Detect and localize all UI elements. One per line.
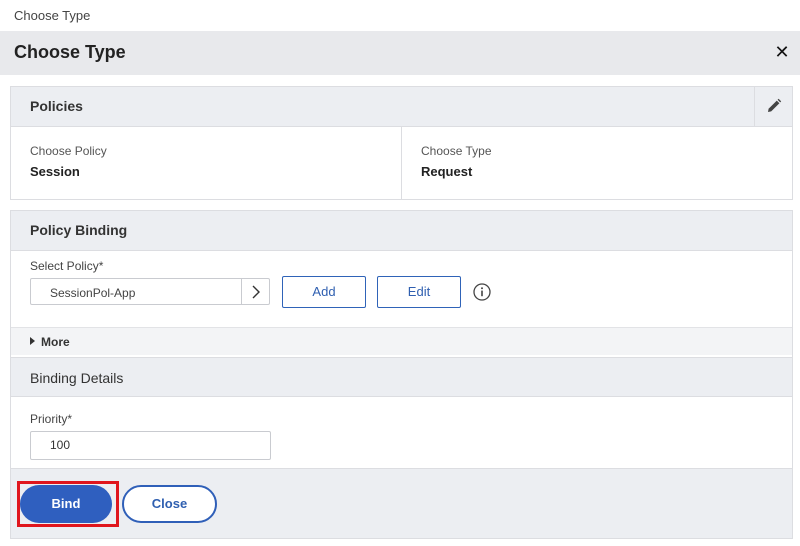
policy-binding-title: Policy Binding (30, 222, 128, 238)
bind-button[interactable]: Bind (20, 485, 112, 523)
breadcrumb: Choose Type (14, 8, 91, 23)
dialog-title-bar: Choose Type ✕ (0, 31, 800, 75)
close-icon[interactable]: ✕ (772, 42, 792, 62)
priority-label: Priority* (30, 412, 73, 426)
binding-details-header: Binding Details (11, 357, 792, 397)
select-policy-label: Select Policy* (30, 259, 104, 273)
more-toggle[interactable]: More (11, 327, 792, 355)
pencil-icon[interactable] (754, 87, 792, 127)
policies-header: Policies (11, 87, 792, 127)
add-button[interactable]: Add (282, 276, 366, 308)
close-button[interactable]: Close (122, 485, 217, 523)
chevron-right-icon[interactable] (241, 279, 269, 304)
choose-policy-column: Choose Policy Session (11, 127, 402, 200)
select-policy-dropdown[interactable]: SessionPol-App (30, 278, 270, 305)
caret-right-icon (30, 337, 35, 345)
policy-binding-panel: Policy Binding Select Policy* SessionPol… (10, 210, 793, 469)
choose-policy-label: Choose Policy (30, 144, 107, 158)
choose-type-column: Choose Type Request (402, 127, 792, 200)
policies-title: Policies (30, 98, 83, 114)
dialog-footer: Bind Close (10, 469, 793, 539)
binding-details-title: Binding Details (30, 370, 124, 386)
dialog-title: Choose Type (14, 42, 126, 62)
choose-type-label: Choose Type (421, 144, 492, 158)
policies-panel: Policies Choose Policy Session Choose Ty… (10, 86, 793, 200)
choose-policy-value: Session (30, 164, 80, 179)
more-label: More (41, 335, 70, 349)
priority-input[interactable]: 100 (30, 431, 271, 460)
policy-binding-header: Policy Binding (11, 211, 792, 251)
choose-type-value: Request (421, 164, 473, 179)
info-icon[interactable] (473, 283, 491, 301)
edit-button[interactable]: Edit (377, 276, 461, 308)
select-policy-value: SessionPol-App (50, 286, 136, 300)
